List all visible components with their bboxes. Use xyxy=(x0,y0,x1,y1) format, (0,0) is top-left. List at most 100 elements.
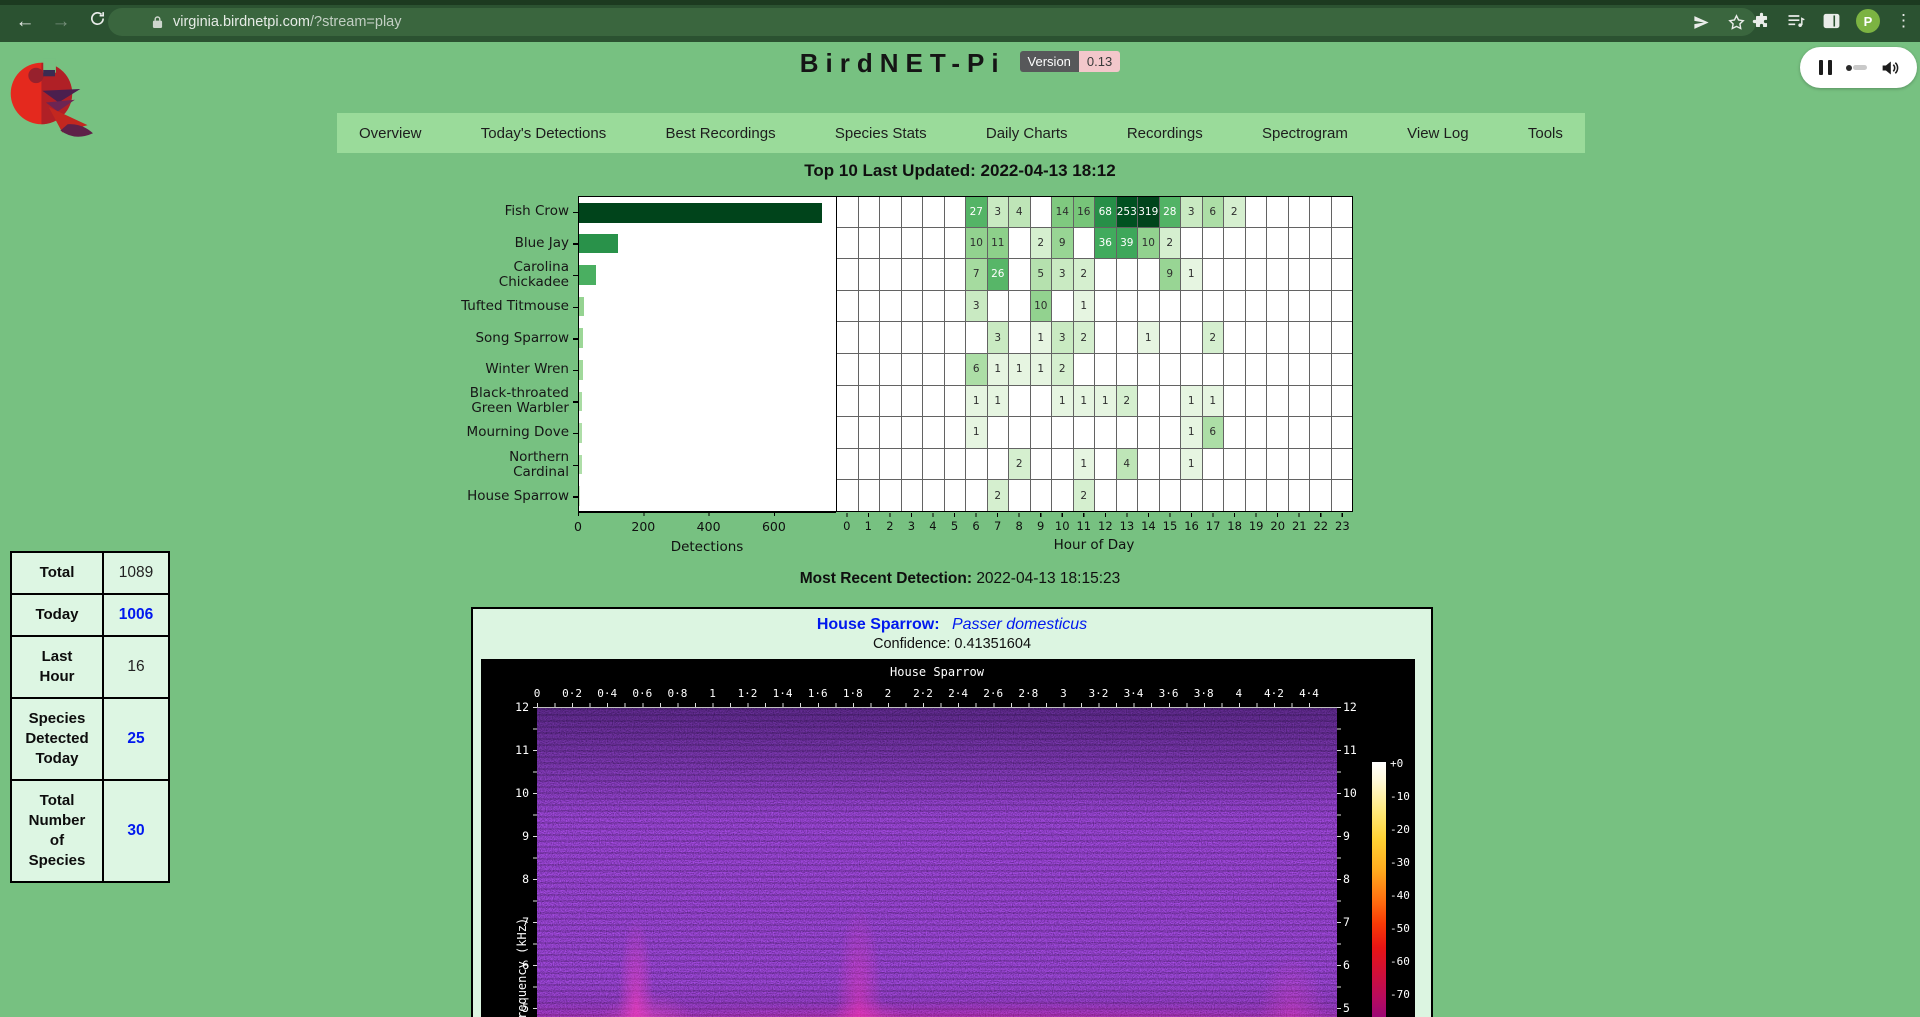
side-panel-icon[interactable] xyxy=(1821,11,1841,31)
heatmap-cell xyxy=(1310,259,1332,291)
version-value: 0.13 xyxy=(1079,51,1120,72)
heatmap-cell xyxy=(1031,417,1053,449)
media-playlist-icon[interactable] xyxy=(1786,11,1806,31)
heatmap-cell xyxy=(1246,449,1268,481)
nav-item-best-recordings[interactable]: Best Recordings xyxy=(666,125,776,142)
nav-item-overview[interactable]: Overview xyxy=(359,125,422,142)
heatmap-cell xyxy=(1332,291,1353,323)
heatmap-cell xyxy=(902,386,924,418)
detection-species-latin: Passer domesticus xyxy=(952,616,1087,633)
audio-player[interactable] xyxy=(1800,47,1917,88)
reload-icon[interactable] xyxy=(84,9,110,35)
heatmap-cell xyxy=(1289,291,1311,323)
hour-tick-label: 2 xyxy=(879,519,901,533)
heatmap-cell xyxy=(1289,197,1311,228)
heatmap-cell xyxy=(1224,480,1246,511)
heatmap-row: 61112 xyxy=(836,354,1353,386)
nav-item-spectrogram[interactable]: Spectrogram xyxy=(1262,125,1348,142)
hour-of-day-axis-label: Hour of Day xyxy=(1054,537,1135,553)
nav-item-view-log[interactable]: View Log xyxy=(1407,125,1468,142)
heatmap-cell: 1 xyxy=(1181,259,1203,291)
spec-x-tick: 3·4 xyxy=(1124,687,1144,700)
heatmap-cell xyxy=(1203,228,1225,260)
heatmap-cell xyxy=(966,480,988,511)
version-badge: Version 0.13 xyxy=(1020,51,1121,72)
bar-tick-label: 200 xyxy=(631,519,655,534)
heatmap-row: 3101 xyxy=(836,291,1353,323)
heatmap-cell xyxy=(923,449,945,481)
heatmap-cell: 2 xyxy=(1074,322,1096,354)
heatmap-cell xyxy=(966,449,988,481)
back-icon[interactable]: ← xyxy=(12,9,38,35)
heatmap-cell xyxy=(1246,480,1268,511)
nav-item-species-stats[interactable]: Species Stats xyxy=(835,125,927,142)
heatmap-cell xyxy=(988,417,1010,449)
profile-avatar[interactable]: P xyxy=(1856,9,1880,33)
detection-species-line: House Sparrow: Passer domesticus xyxy=(473,616,1431,634)
heatmap-cell: 319 xyxy=(1138,197,1160,228)
heatmap-cell xyxy=(837,197,859,228)
forward-icon[interactable]: → xyxy=(48,9,74,35)
speaker-icon[interactable] xyxy=(1880,59,1900,77)
stats-value[interactable]: 1006 xyxy=(103,594,169,636)
heatmap-cell xyxy=(902,449,924,481)
heatmap-cell: 2 xyxy=(1052,354,1074,386)
heatmap-cell xyxy=(1332,259,1353,291)
playlist-glyph xyxy=(1786,11,1806,31)
browser-menu-icon[interactable]: ⋮ xyxy=(1895,11,1912,31)
nav-item-today-s-detections[interactable]: Today's Detections xyxy=(481,125,606,142)
heatmap-cell: 6 xyxy=(1203,417,1225,449)
heatmap-cell xyxy=(1052,291,1074,323)
nav-item-recordings[interactable]: Recordings xyxy=(1127,125,1203,142)
detection-species-link[interactable]: House Sparrow: xyxy=(817,616,940,633)
heatmap-cell xyxy=(1267,291,1289,323)
seek-bar[interactable] xyxy=(1846,65,1867,71)
detections-bar-track xyxy=(578,259,836,291)
heatmap-cell xyxy=(902,197,924,228)
stats-label: Species Detected Today xyxy=(11,698,103,780)
detection-confidence: Confidence: 0.41351604 xyxy=(473,636,1431,652)
heatmap-cell xyxy=(966,322,988,354)
heatmap-cell xyxy=(1009,480,1031,511)
spectrogram: House Sparrow 00·20·40·60·811·21·41·61·8… xyxy=(481,659,1415,1017)
species-row: Black-throated Green Warbler11111211 xyxy=(418,386,1353,418)
send-icon[interactable] xyxy=(1692,13,1711,32)
heatmap-cell xyxy=(1224,259,1246,291)
stats-value[interactable]: 25 xyxy=(103,698,169,780)
heatmap-cell xyxy=(1052,449,1074,481)
species-row: Carolina Chickadee72653291 xyxy=(418,259,1353,291)
heatmap-cell xyxy=(1095,449,1117,481)
extensions-icon[interactable] xyxy=(1751,11,1771,31)
heatmap-cell xyxy=(859,228,881,260)
hour-tick-label: 8 xyxy=(1008,519,1030,533)
bar-tick-label: 400 xyxy=(697,519,721,534)
heatmap-cell xyxy=(1332,322,1353,354)
heatmap-cell xyxy=(945,228,967,260)
heatmap-cell xyxy=(859,480,881,511)
heatmap-cell xyxy=(1246,322,1268,354)
heatmap-cell xyxy=(945,449,967,481)
heatmap-cell xyxy=(1160,417,1182,449)
heatmap-cell xyxy=(945,322,967,354)
pause-icon[interactable] xyxy=(1819,60,1832,75)
nav-item-tools[interactable]: Tools xyxy=(1528,125,1563,142)
heatmap-row: 116 xyxy=(836,417,1353,449)
heatmap-row: 313212 xyxy=(836,322,1353,354)
detections-bar-track xyxy=(578,417,836,449)
heatmap-cell: 2 xyxy=(1224,197,1246,228)
detections-bar-track xyxy=(578,386,836,418)
heatmap-row: 22 xyxy=(836,480,1353,512)
stats-value[interactable]: 30 xyxy=(103,780,169,882)
heatmap-cell xyxy=(1224,228,1246,260)
species-row: Winter Wren61112 xyxy=(418,354,1353,386)
detections-bar xyxy=(579,265,596,285)
hour-tick-label: 11 xyxy=(1073,519,1095,533)
heatmap-cell xyxy=(837,259,859,291)
url-bar[interactable]: virginia.birdnetpi.com/?stream=play xyxy=(108,8,1756,36)
heatmap-cell xyxy=(1031,386,1053,418)
nav-item-daily-charts[interactable]: Daily Charts xyxy=(986,125,1068,142)
heatmap-cell: 1 xyxy=(966,386,988,418)
heatmap-cell xyxy=(1246,417,1268,449)
bar-axis-tick-labels: 0200400600 xyxy=(578,519,836,533)
bookmark-star-icon[interactable] xyxy=(1727,13,1746,32)
